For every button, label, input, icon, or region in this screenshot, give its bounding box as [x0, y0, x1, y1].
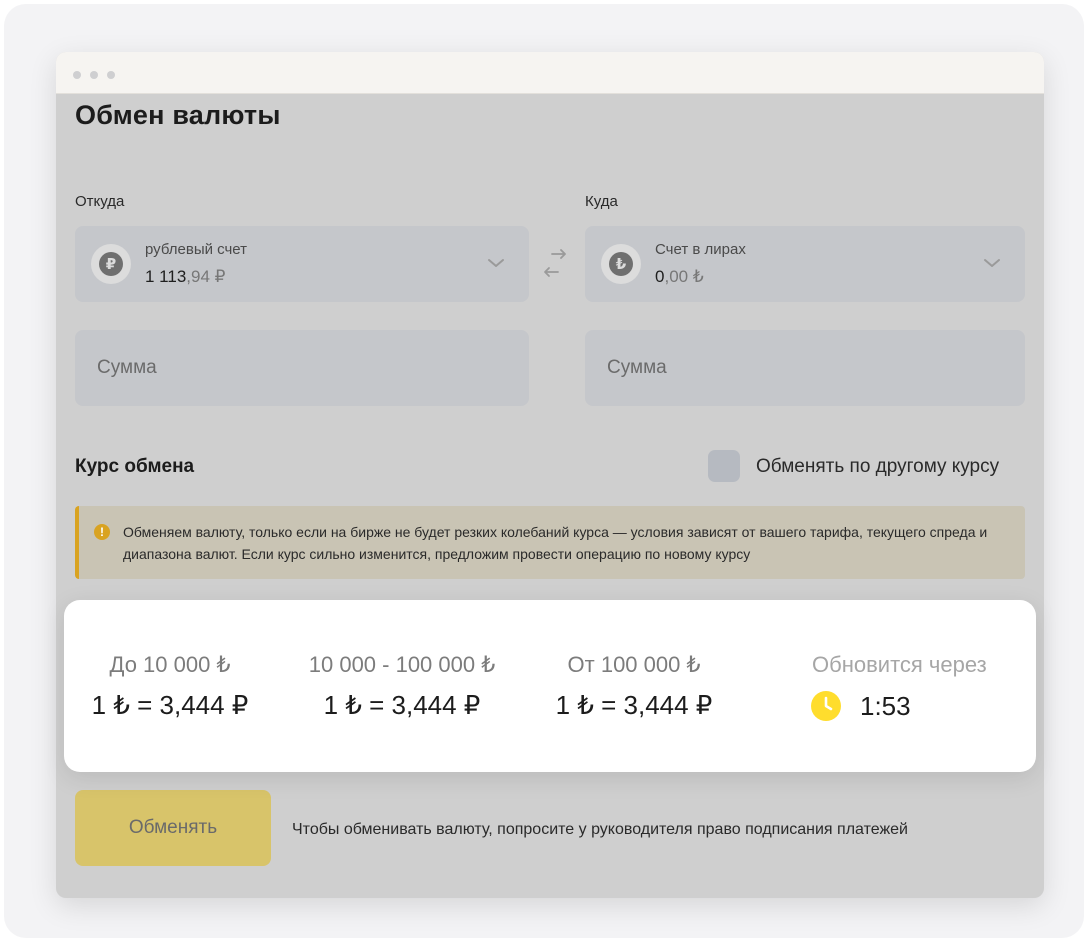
- tier-rate: 1 ₺ = 3,444 ₽: [555, 690, 713, 720]
- from-balance-fraction: ,94 ₽: [186, 267, 226, 286]
- tier-range: 10 000 - 100 000 ₺: [308, 652, 496, 677]
- exchange-rate-title: Курс обмена: [75, 456, 195, 477]
- rate-tier: От 100 000 ₺ 1 ₺ = 3,444 ₽: [544, 652, 724, 721]
- to-amount-placeholder: Сумма: [607, 357, 667, 378]
- rate-notice: ! Обменяем валюту, только если на бирже …: [75, 506, 1025, 579]
- window-titlebar: [56, 52, 1044, 94]
- custom-rate-checkbox[interactable]: [708, 450, 740, 482]
- lira-icon: ₺: [609, 252, 633, 276]
- to-amount-input[interactable]: Сумма: [585, 330, 1025, 406]
- window-dot: [90, 71, 98, 79]
- to-account-balance: 0,00 ₺: [655, 267, 704, 287]
- swap-arrows-icon[interactable]: [540, 248, 570, 278]
- update-countdown-timer: 1:53: [860, 691, 911, 721]
- from-account-name: рублевый счет: [145, 241, 248, 258]
- window-dot: [73, 71, 81, 79]
- to-balance-fraction: ,00 ₺: [664, 267, 704, 286]
- from-amount-placeholder: Сумма: [97, 357, 157, 378]
- to-account-select[interactable]: ₺ Счет в лирах 0,00 ₺: [585, 226, 1025, 302]
- update-countdown-label: Обновится через: [812, 652, 987, 677]
- rates-card: До 10 000 ₺ 1 ₺ = 3,444 ₽ 10 000 - 100 0…: [64, 600, 1036, 772]
- tier-rate: 1 ₺ = 3,444 ₽: [323, 690, 481, 720]
- from-label: Откуда: [75, 193, 125, 210]
- screenshot-background: Обмен валюты Откуда ₽ рублевый счет 1 11…: [4, 4, 1084, 938]
- exclamation-icon: !: [94, 524, 110, 540]
- to-label: Куда: [585, 193, 618, 210]
- rate-tier: 10 000 - 100 000 ₺ 1 ₺ = 3,444 ₽: [292, 652, 512, 721]
- tier-range: До 10 000 ₺: [109, 652, 231, 677]
- tier-range: От 100 000 ₺: [567, 652, 701, 677]
- lira-account-icon: ₺: [601, 244, 641, 284]
- custom-rate-checkbox-label[interactable]: Обменять по другому курсу: [756, 456, 999, 478]
- tier-rate: 1 ₺ = 3,444 ₽: [91, 690, 249, 720]
- rate-tier: До 10 000 ₺ 1 ₺ = 3,444 ₽: [80, 652, 260, 721]
- permission-hint: Чтобы обменивать валюту, попросите у рук…: [292, 821, 908, 838]
- from-balance-integer: 1 113: [145, 267, 187, 286]
- chevron-down-icon: [488, 259, 504, 267]
- exchange-button[interactable]: Обменять: [75, 790, 271, 866]
- ruble-icon: ₽: [99, 252, 123, 276]
- rate-notice-text: Обменяем валюту, только если на бирже не…: [123, 524, 988, 562]
- clock-icon: [811, 691, 841, 721]
- to-account-name: Счет в лирах: [655, 241, 746, 258]
- from-amount-input[interactable]: Сумма: [75, 330, 529, 406]
- from-account-balance: 1 113,94 ₽: [145, 267, 225, 287]
- ruble-account-icon: ₽: [91, 244, 131, 284]
- page-title: Обмен валюты: [75, 100, 281, 130]
- chevron-down-icon: [984, 259, 1000, 267]
- window-dot: [107, 71, 115, 79]
- from-account-select[interactable]: ₽ рублевый счет 1 113,94 ₽: [75, 226, 529, 302]
